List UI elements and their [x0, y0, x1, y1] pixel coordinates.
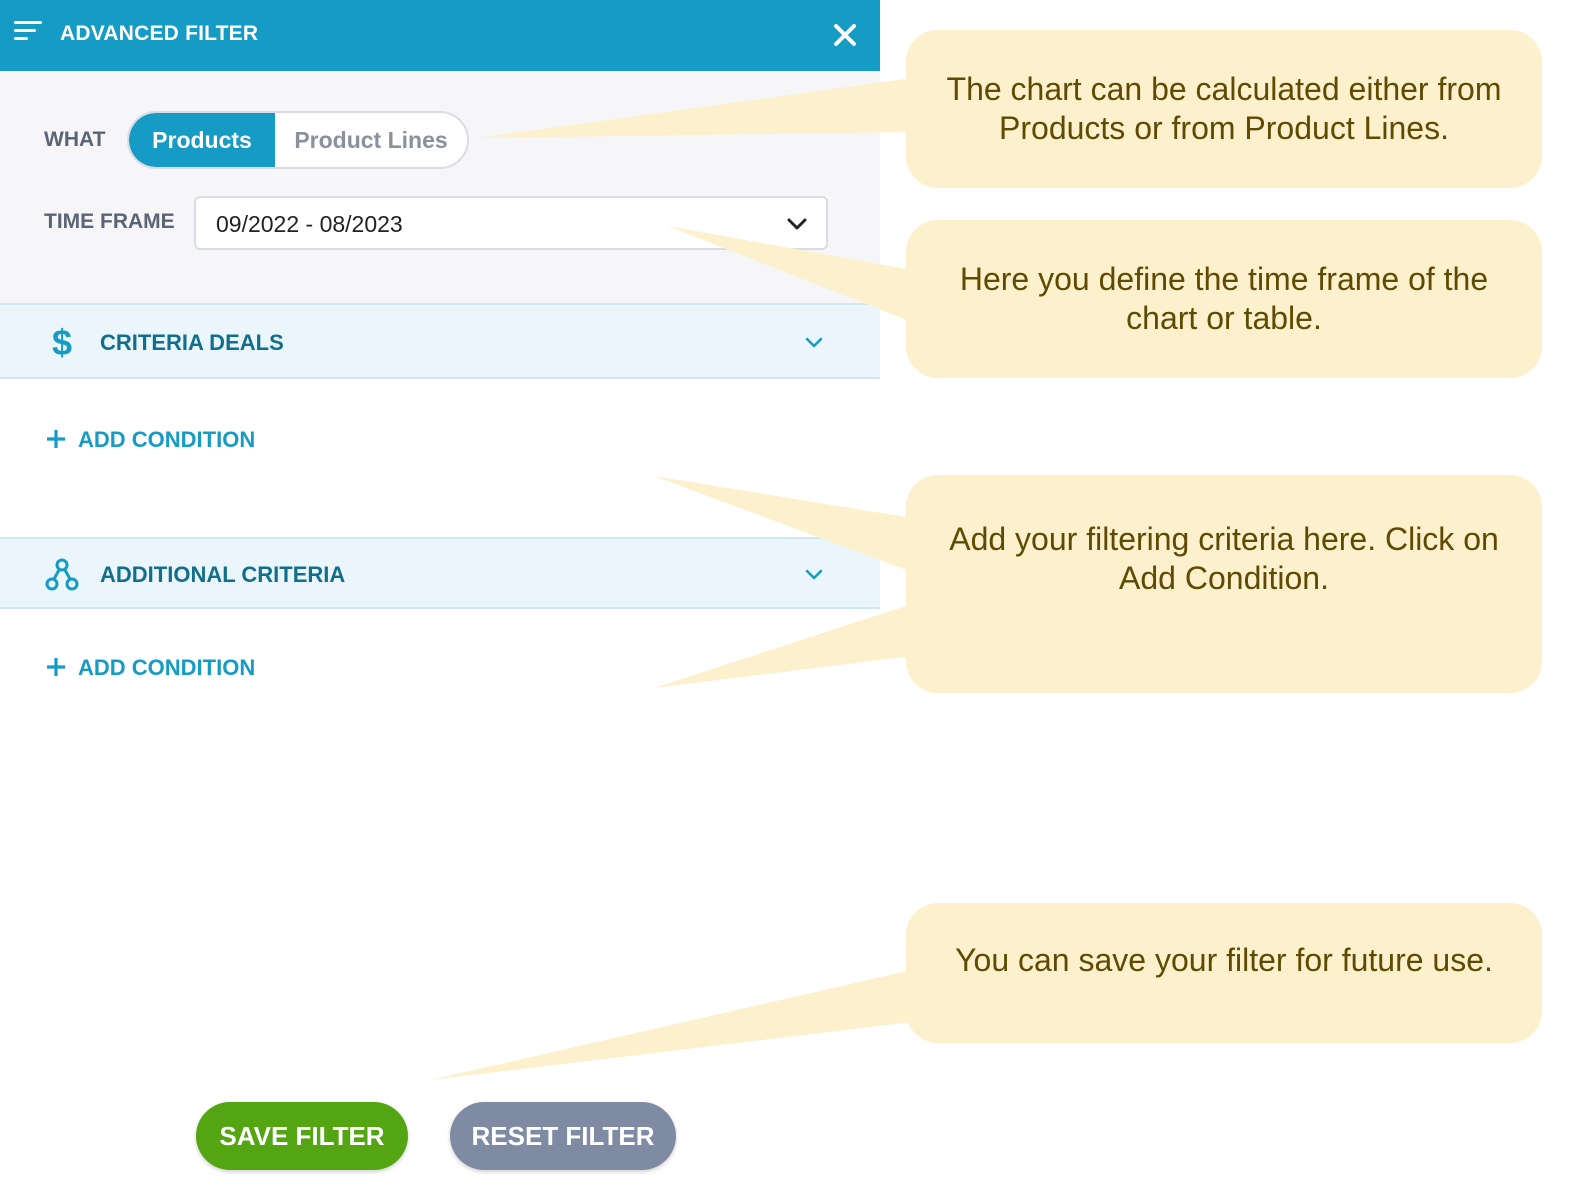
callout-what: The chart can be calculated either from …	[906, 30, 1542, 188]
callout-pointer	[668, 226, 912, 322]
callout-pointer	[478, 78, 912, 138]
callout-pointer	[430, 970, 912, 1080]
callout-pointer	[654, 476, 912, 572]
callout-criteria: Add your filtering criteria here. Click …	[906, 475, 1542, 693]
callout-save: You can save your filter for future use.	[906, 903, 1542, 1043]
callout-time-frame: Here you define the time frame of the ch…	[906, 220, 1542, 378]
callout-pointer	[654, 604, 912, 688]
